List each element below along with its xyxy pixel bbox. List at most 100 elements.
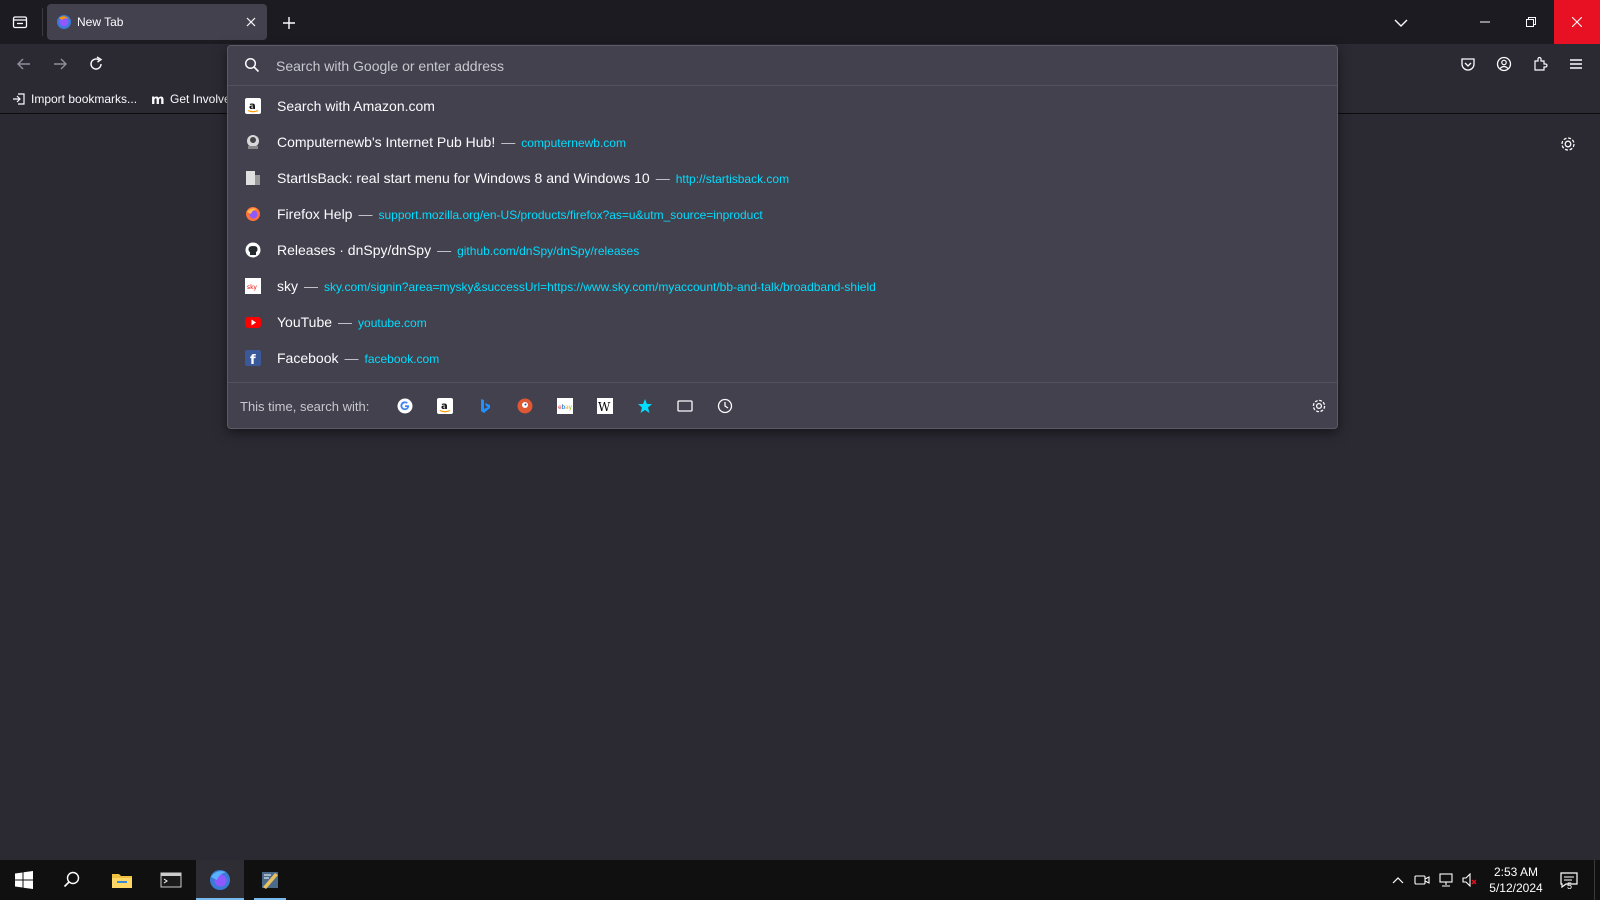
duckduckgo-icon[interactable] — [515, 396, 535, 416]
result-row-amazon-search[interactable]: a Search with Amazon.com — [228, 88, 1337, 124]
urlbar-input[interactable] — [276, 54, 1316, 78]
file-explorer-icon[interactable] — [98, 860, 146, 900]
result-url: youtube.com — [358, 316, 427, 330]
clock-date: 5/12/2024 — [1489, 881, 1543, 895]
svg-text:a: a — [249, 101, 256, 112]
urlbar-popup: a Search with Amazon.com Computernewb's … — [227, 45, 1338, 429]
result-url: http://startisback.com — [675, 172, 790, 186]
bing-icon[interactable] — [475, 396, 495, 416]
import-icon — [12, 92, 26, 106]
bookmarks-star-icon[interactable] — [635, 396, 655, 416]
menu-icon[interactable] — [1564, 52, 1588, 76]
svg-text:m: m — [151, 93, 165, 106]
one-off-label: This time, search with: — [240, 399, 370, 414]
result-dash: — — [304, 278, 318, 294]
firefox-icon[interactable] — [196, 860, 244, 900]
new-tab-plus-icon[interactable] — [278, 12, 300, 34]
windows-taskbar: 2:53 AM 5/12/2024 5 — [0, 860, 1600, 900]
list-all-tabs-chevron-icon[interactable] — [1390, 12, 1412, 34]
close-tab-icon[interactable] — [243, 14, 259, 30]
bookmark-label: Get Involved — [170, 92, 231, 106]
svg-text:y: y — [569, 404, 573, 411]
youtube-icon — [245, 314, 261, 330]
clock-time: 2:53 AM — [1493, 865, 1539, 879]
result-dash: — — [338, 314, 353, 330]
ebay-icon[interactable]: ebay — [555, 396, 575, 416]
network-icon[interactable] — [1436, 870, 1456, 890]
result-url: sky.com/signin?area=mysky&successUrl=htt… — [324, 280, 876, 294]
svg-text:W: W — [598, 400, 611, 414]
system-clock[interactable]: 2:53 AM 5/12/2024 — [1478, 864, 1554, 896]
reload-icon[interactable] — [84, 52, 108, 76]
result-dash: — — [437, 242, 452, 258]
search-settings-gear-icon[interactable] — [1309, 396, 1329, 416]
result-title: sky — [277, 278, 298, 294]
search-icon — [244, 57, 260, 73]
back-icon[interactable] — [12, 52, 36, 76]
amazon-icon: a — [245, 98, 261, 114]
extensions-icon[interactable] — [1528, 52, 1552, 76]
bookmark-get-involved[interactable]: m Get Involved — [151, 90, 231, 108]
urlbar-input-row — [228, 46, 1337, 85]
result-url: support.mozilla.org/en-US/products/firef… — [378, 208, 763, 222]
result-row[interactable]: YouTube — youtube.com — [228, 304, 1337, 340]
firefox-icon — [56, 14, 72, 30]
result-dash: — — [358, 206, 373, 222]
start-icon[interactable] — [0, 860, 48, 900]
app-icon[interactable] — [246, 860, 294, 900]
result-dash: — — [655, 170, 670, 186]
tab-title: New Tab — [77, 15, 124, 29]
result-row[interactable]: sky sky — sky.com/signin?area=mysky&succes… — [228, 268, 1337, 304]
result-title: YouTube — [277, 314, 333, 330]
tab-separator — [42, 8, 43, 36]
result-row[interactable]: Computernewb's Internet Pub Hub! — compute… — [228, 124, 1337, 160]
amazon-icon[interactable]: a — [435, 396, 455, 416]
svg-text:a: a — [441, 401, 448, 412]
result-row[interactable]: StartIsBack: real start menu for Windows… — [228, 160, 1337, 196]
pocket-icon[interactable] — [1456, 52, 1480, 76]
forward-icon[interactable] — [48, 52, 72, 76]
result-title: Computernewb's Internet Pub Hub! — [277, 134, 496, 150]
startisback-icon — [245, 170, 261, 186]
result-title: Releases · dnSpy/dnSpy — [277, 242, 432, 258]
google-icon[interactable] — [395, 396, 415, 416]
page-settings-gear-icon[interactable] — [1557, 133, 1579, 155]
result-row[interactable]: Firefox Help — support.mozilla.org/en-US/p… — [228, 196, 1337, 232]
history-icon[interactable] — [715, 396, 735, 416]
result-url: github.com/dnSpy/dnSpy/releases — [457, 244, 640, 258]
notification-count-badge: 5 — [1567, 881, 1573, 891]
tab-strip: New Tab — [0, 0, 1600, 44]
svg-text:sky: sky — [247, 284, 257, 291]
firefox-view-icon[interactable] — [8, 10, 32, 34]
result-title: Firefox Help — [277, 206, 353, 222]
terminal-icon[interactable] — [147, 860, 195, 900]
github-icon — [245, 242, 261, 258]
volume-muted-icon[interactable] — [1460, 870, 1480, 890]
sky-icon: sky — [245, 278, 261, 294]
close-window-icon[interactable] — [1554, 0, 1600, 44]
tabs-icon[interactable] — [675, 396, 695, 416]
search-icon[interactable] — [48, 860, 96, 900]
result-title: StartIsBack: real start menu for Windows… — [277, 170, 650, 186]
result-url: facebook.com — [364, 352, 440, 366]
wikipedia-icon[interactable]: W — [595, 396, 615, 416]
meet-now-icon[interactable] — [1412, 870, 1432, 890]
computernewb-icon — [245, 134, 261, 150]
show-desktop-button[interactable] — [1594, 860, 1595, 900]
firefox-icon — [245, 206, 261, 222]
tab-new-tab[interactable]: New Tab — [47, 4, 267, 40]
mozilla-m-icon: m — [151, 92, 165, 106]
restore-window-icon[interactable] — [1508, 0, 1554, 44]
show-hidden-icons-chevron-icon[interactable] — [1388, 870, 1408, 890]
divider — [228, 85, 1337, 86]
one-off-search-bar: This time, search with: a ebay W — [228, 383, 1337, 429]
result-title: Facebook — [277, 350, 339, 366]
result-title: Search with Amazon.com — [277, 98, 435, 114]
result-dash: — — [344, 350, 359, 366]
result-row[interactable]: f Facebook — facebook.com — [228, 340, 1337, 376]
minimize-window-icon[interactable] — [1462, 0, 1508, 44]
result-url: computernewb.com — [521, 136, 626, 150]
account-icon[interactable] — [1492, 52, 1516, 76]
bookmark-import[interactable]: Import bookmarks... — [12, 90, 137, 108]
result-row[interactable]: Releases · dnSpy/dnSpy — github.com/dnSpy/… — [228, 232, 1337, 268]
